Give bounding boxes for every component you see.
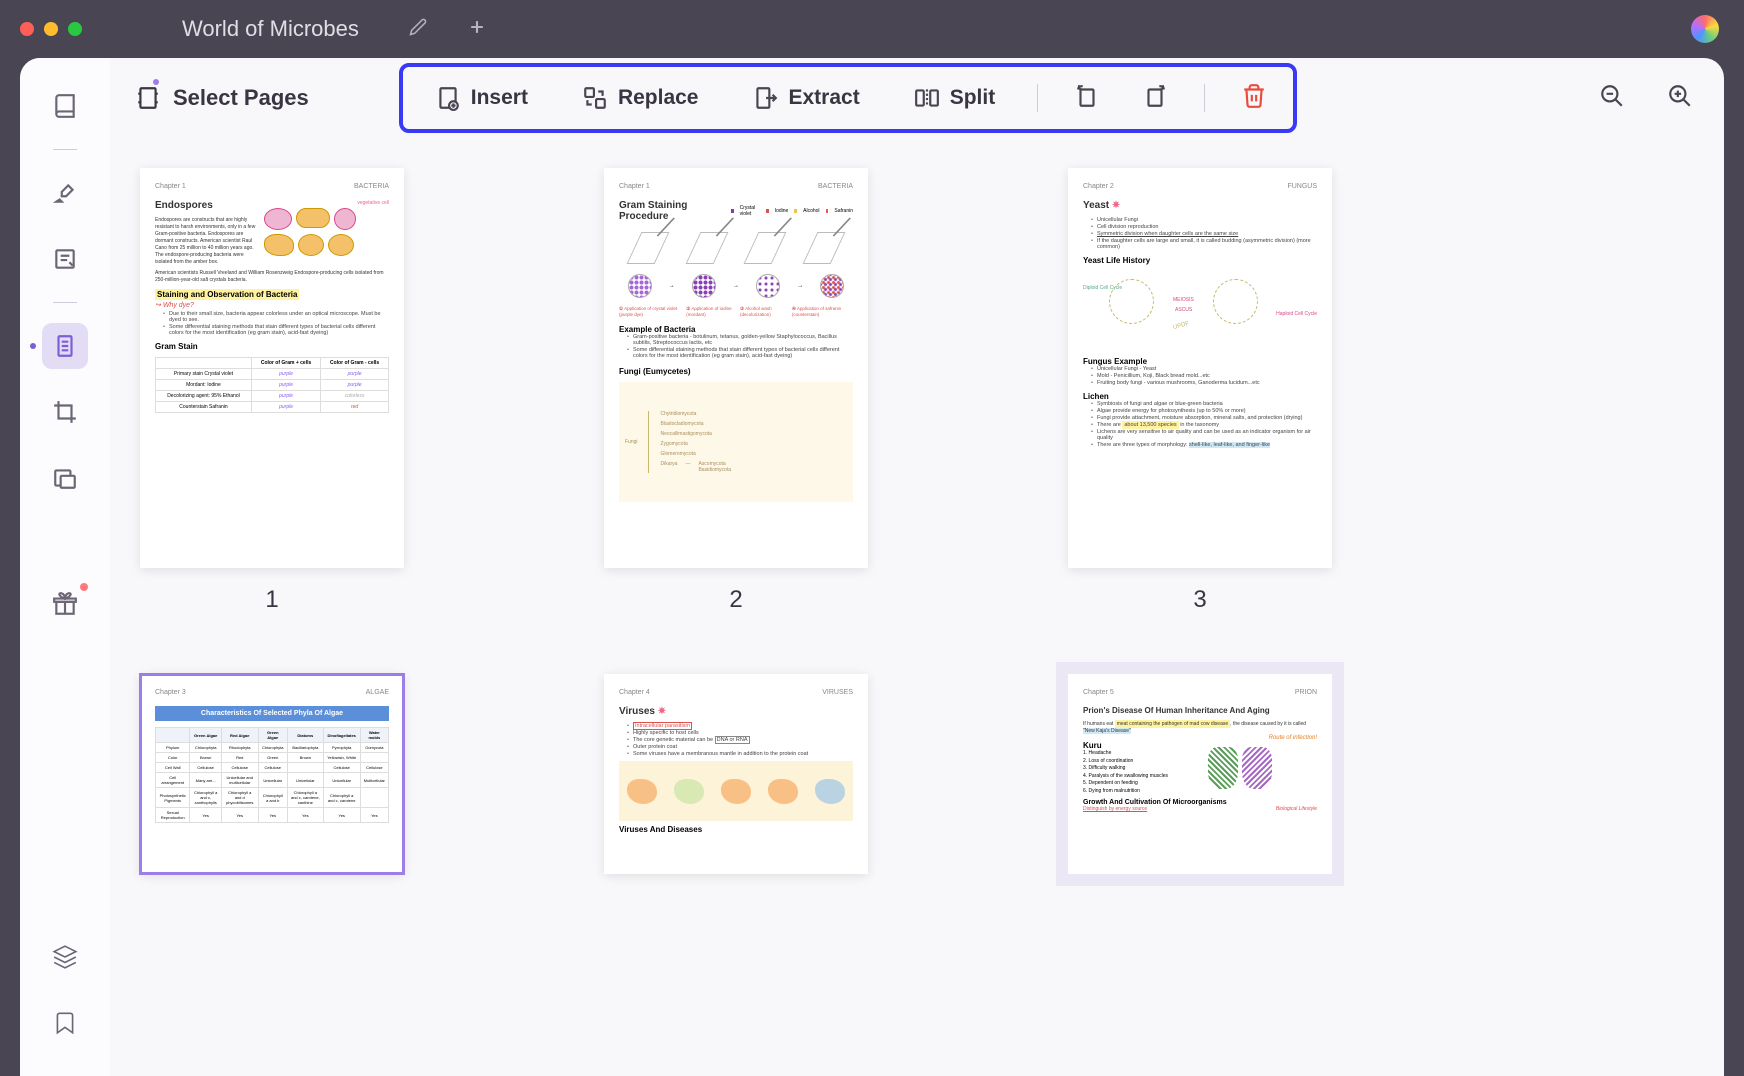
select-pages-button[interactable]: Select Pages [135,85,309,111]
sidebar-crop[interactable] [42,389,88,435]
main-area: Select Pages Insert Replace Extract Sp [110,58,1724,1076]
maximize-window-button[interactable] [68,22,82,36]
page-container-3: Chapter 2FUNGUS Yeast ✷ Unicellular Fung… [1068,168,1332,614]
sidebar-edit-text[interactable] [42,236,88,282]
extract-button[interactable]: Extract [740,77,871,119]
edit-title-icon[interactable] [409,18,427,41]
page-number-label: 3 [1193,586,1206,614]
split-button[interactable]: Split [902,77,1008,119]
app-window: Select Pages Insert Replace Extract Sp [20,58,1724,1076]
sidebar-organize-pages[interactable] [42,323,88,369]
zoom-in-button[interactable] [1661,77,1699,120]
page-thumbnail-4[interactable]: Chapter 3ALGAE Characteristics Of Select… [140,674,404,874]
sidebar-gift[interactable] [42,581,88,627]
document-title: World of Microbes [182,16,359,42]
sidebar [20,58,110,1076]
sidebar-bookmark[interactable] [42,1000,88,1046]
page-thumbnail-6[interactable]: Chapter 5PRION Prion's Disease Of Human … [1068,674,1332,874]
page-container-2: Chapter 1BACTERIA Gram Staining Procedur… [604,168,868,614]
page-thumbnail-1[interactable]: Chapter 1BACTERIA Endospores Endospores … [140,168,404,568]
delete-button[interactable] [1235,77,1273,120]
rotate-left-button[interactable] [1068,77,1106,120]
toolbar: Select Pages Insert Replace Extract Sp [110,58,1724,138]
rotate-right-button[interactable] [1136,77,1174,120]
pages-grid[interactable]: Chapter 1BACTERIA Endospores Endospores … [110,138,1724,1076]
close-window-button[interactable] [20,22,34,36]
page-container-4: Chapter 3ALGAE Characteristics Of Select… [140,674,404,874]
page-thumbnail-3[interactable]: Chapter 2FUNGUS Yeast ✷ Unicellular Fung… [1068,168,1332,568]
zoom-out-button[interactable] [1593,77,1631,120]
page-thumbnail-2[interactable]: Chapter 1BACTERIA Gram Staining Procedur… [604,168,868,568]
sidebar-reader-mode[interactable] [42,83,88,129]
insert-button[interactable]: Insert [423,77,540,119]
add-tab-icon[interactable] [467,17,487,42]
minimize-window-button[interactable] [44,22,58,36]
sidebar-layers[interactable] [42,934,88,980]
replace-button[interactable]: Replace [570,77,711,119]
page-number-label: 1 [265,586,278,614]
page-container-5: Chapter 4VIRUSES Viruses ✷ Intracellular… [604,674,868,874]
titlebar: World of Microbes [0,0,1744,58]
sidebar-watermark[interactable] [42,455,88,501]
page-number-label: 2 [729,586,742,614]
page-container-6: Chapter 5PRION Prion's Disease Of Human … [1068,674,1332,874]
sidebar-highlighter[interactable] [42,170,88,216]
page-actions-toolbar: Insert Replace Extract Split [399,63,1297,133]
page-thumbnail-5[interactable]: Chapter 4VIRUSES Viruses ✷ Intracellular… [604,674,868,874]
app-logo-icon[interactable] [1691,15,1719,43]
page-container-1: Chapter 1BACTERIA Endospores Endospores … [140,168,404,614]
traffic-lights [20,22,82,36]
